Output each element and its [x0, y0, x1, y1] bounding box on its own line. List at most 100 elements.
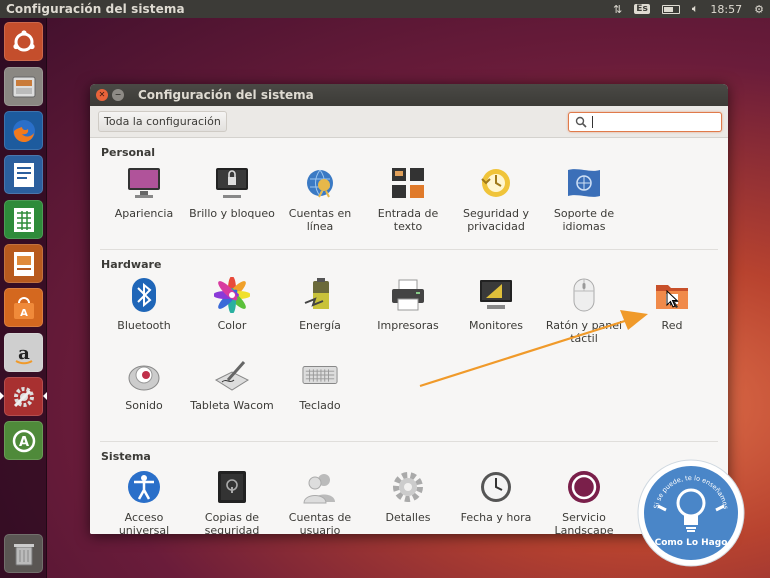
launcher-impress-button[interactable] [4, 244, 43, 283]
file-cabinet-icon [12, 76, 35, 97]
text-caret [592, 115, 593, 128]
settings-item-backup[interactable]: Copias de seguridad [188, 467, 276, 534]
launcher-system-settings-button[interactable] [4, 377, 43, 416]
settings-item-landscape[interactable]: Servicio Landscape [540, 467, 628, 534]
settings-item-bluetooth[interactable]: Bluetooth [100, 275, 188, 355]
launcher-amazon-button[interactable]: a [4, 333, 43, 372]
system-grid: Acceso universal Copias de seguridad Cue… [100, 467, 718, 534]
online-accounts-icon [307, 169, 333, 198]
spreadsheet-icon [13, 207, 34, 232]
brightness-lock-icon [216, 168, 248, 198]
settings-item-appearance[interactable]: Apariencia [100, 163, 188, 243]
settings-item-details[interactable]: Detalles [364, 467, 452, 534]
user-accounts-icon [303, 474, 335, 504]
settings-item-sound[interactable]: Sonido [100, 355, 188, 435]
clock[interactable]: 18:57 [710, 3, 742, 16]
minimize-icon[interactable]: − [112, 89, 124, 101]
launcher-trash-button[interactable] [4, 534, 43, 573]
settings-item-monitors[interactable]: Monitores [452, 275, 540, 355]
battery-icon[interactable] [661, 4, 680, 14]
logo-wordmark: Como Lo Hago [655, 538, 728, 548]
text-entry-icon [392, 168, 424, 198]
svg-text:a: a [18, 343, 30, 364]
focused-indicator [43, 392, 47, 400]
settings-item-date-time[interactable]: Fecha y hora [452, 467, 540, 534]
sound-icon [128, 365, 160, 391]
landscape-icon [568, 471, 600, 503]
window-title: Configuración del sistema [138, 88, 314, 102]
launcher-software-center-button[interactable]: A [4, 288, 43, 327]
launcher-writer-button[interactable] [4, 155, 43, 194]
firefox-icon [12, 119, 35, 142]
keyboard-icon [302, 366, 338, 384]
settings-item-mouse-touchpad[interactable]: Ratón y panel táctil [540, 275, 628, 355]
printer-icon [392, 279, 424, 311]
search-field[interactable] [568, 111, 722, 132]
dash-home-button[interactable] [4, 22, 43, 61]
top-panel-title: Configuración del sistema [6, 2, 185, 16]
color-icon [214, 277, 250, 313]
personal-grid: Apariencia Brillo y bloqueo Cuentas en l… [100, 163, 718, 243]
settings-item-color[interactable]: Color [188, 275, 276, 355]
settings-wrench-gear-icon [13, 386, 34, 407]
section-title-system: Sistema [101, 450, 151, 463]
power-icon [304, 278, 329, 309]
svg-text:A: A [20, 308, 28, 319]
all-settings-button[interactable]: Toda la configuración [98, 111, 227, 132]
settings-content: Personal Apariencia Brillo y bloqueo Cue… [90, 138, 728, 534]
session-gear-icon[interactable]: ⚙ [754, 3, 764, 16]
section-divider [100, 441, 718, 442]
launcher-files-button[interactable] [4, 67, 43, 106]
settings-item-online-accounts[interactable]: Cuentas en línea [276, 163, 364, 243]
volume-icon[interactable]: 🔈︎ [692, 2, 699, 16]
software-updater-icon: A [12, 429, 35, 452]
top-panel: Configuración del sistema ⇅ Es 🔈︎ 18:57 … [0, 0, 770, 18]
clock-icon [481, 472, 511, 502]
launcher-firefox-button[interactable] [4, 111, 43, 150]
section-title-hardware: Hardware [101, 258, 162, 271]
presentation-icon [13, 251, 34, 276]
wacom-tablet-icon [214, 361, 250, 391]
appearance-icon [128, 168, 160, 198]
security-privacy-icon [481, 169, 510, 197]
launcher-software-updater-button[interactable]: A [4, 421, 43, 460]
search-input[interactable] [598, 115, 718, 128]
mouse-icon [573, 278, 595, 312]
settings-item-printers[interactable]: Impresoras [364, 275, 452, 355]
settings-item-user-accounts[interactable]: Cuentas de usuario [276, 467, 364, 534]
settings-item-text-entry[interactable]: Entrada de texto [364, 163, 452, 243]
settings-item-wacom-tablet[interactable]: Tableta Wacom [188, 355, 276, 435]
active-indicator [0, 392, 4, 400]
ubuntu-logo-icon [12, 29, 35, 51]
close-icon[interactable]: ✕ [96, 89, 108, 101]
indicator-area: ⇅ Es 🔈︎ 18:57 ⚙ [613, 2, 764, 16]
language-support-icon [568, 169, 600, 197]
network-transfer-icon[interactable]: ⇅ [613, 3, 622, 16]
como-lo-hago-logo: Si se puede, te lo enseñamos Como Lo Hag… [637, 459, 745, 567]
amazon-logo-icon: a [14, 343, 33, 364]
settings-item-brightness-lock[interactable]: Brillo y bloqueo [188, 163, 276, 243]
settings-item-language-support[interactable]: Soporte de idiomas [540, 163, 628, 243]
writer-document-icon [13, 162, 34, 187]
window-toolbar: Toda la configuración [90, 106, 728, 138]
settings-item-keyboard[interactable]: Teclado [276, 355, 364, 435]
hardware-grid: Bluetooth Color Energía Impresoras Monit… [100, 275, 718, 435]
bluetooth-icon [132, 278, 156, 312]
shopping-bag-icon: A [13, 296, 34, 319]
window-titlebar[interactable]: ✕ − Configuración del sistema [90, 84, 728, 106]
keyboard-layout-indicator[interactable]: Es [634, 4, 650, 14]
details-gear-icon [393, 472, 423, 502]
system-settings-window: ✕ − Configuración del sistema Toda la co… [90, 84, 728, 534]
settings-item-universal-access[interactable]: Acceso universal [100, 467, 188, 534]
trash-icon [13, 543, 34, 565]
settings-item-network[interactable]: Red [628, 275, 716, 355]
search-icon [575, 116, 587, 128]
monitor-icon [480, 280, 512, 309]
section-divider [100, 249, 718, 250]
launcher-calc-button[interactable] [4, 200, 43, 239]
settings-item-power[interactable]: Energía [276, 275, 364, 355]
section-title-personal: Personal [101, 146, 156, 159]
settings-item-security-privacy[interactable]: Seguridad y privacidad [452, 163, 540, 243]
mouse-cursor-icon [666, 290, 678, 308]
svg-text:A: A [18, 435, 28, 450]
